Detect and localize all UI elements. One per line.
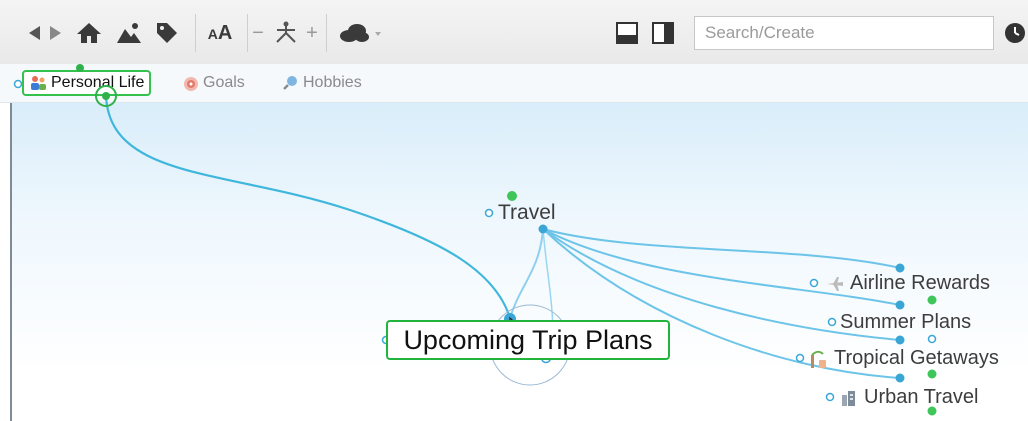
summer-child-dot [927, 334, 937, 344]
node-central-upcoming-trip-plans[interactable]: Upcoming Trip Plans [386, 320, 670, 360]
airline-child-dot [927, 295, 937, 305]
airline-left-dot [809, 278, 819, 288]
node-tropical-getaways[interactable]: Tropical Getaways [808, 347, 999, 370]
summer-left-dot [827, 317, 837, 327]
tropical-left-dot [795, 353, 805, 363]
crumb-connector [13, 79, 23, 89]
link-travel-central [509, 228, 544, 319]
tropical-dot [895, 335, 905, 345]
node-label: Airline Rewards [850, 272, 991, 294]
node-label: Urban Travel [864, 386, 979, 408]
travel-hub-dot [538, 224, 548, 234]
urban-left-dot [825, 392, 835, 402]
urban-dot [895, 373, 905, 383]
travel-child-dot [507, 191, 517, 201]
tropical-child-dot [927, 369, 937, 379]
building-icon [842, 390, 855, 406]
airplane-icon [827, 276, 843, 291]
node-airline-rewards[interactable]: Airline Rewards [826, 272, 990, 295]
palm-tree-icon [811, 350, 826, 368]
node-travel[interactable]: Travel [498, 201, 556, 225]
crumb-connector [76, 64, 84, 72]
link-parent [104, 95, 512, 319]
summer-dot [895, 300, 905, 310]
node-summer-plans[interactable]: Summer Plans [840, 311, 971, 334]
node-label: Tropical Getaways [834, 347, 999, 369]
central-node-label: Upcoming Trip Plans [403, 324, 653, 355]
link-gate [102, 92, 110, 100]
node-urban-travel[interactable]: Urban Travel [840, 386, 979, 409]
travel-left-dot [484, 208, 494, 218]
